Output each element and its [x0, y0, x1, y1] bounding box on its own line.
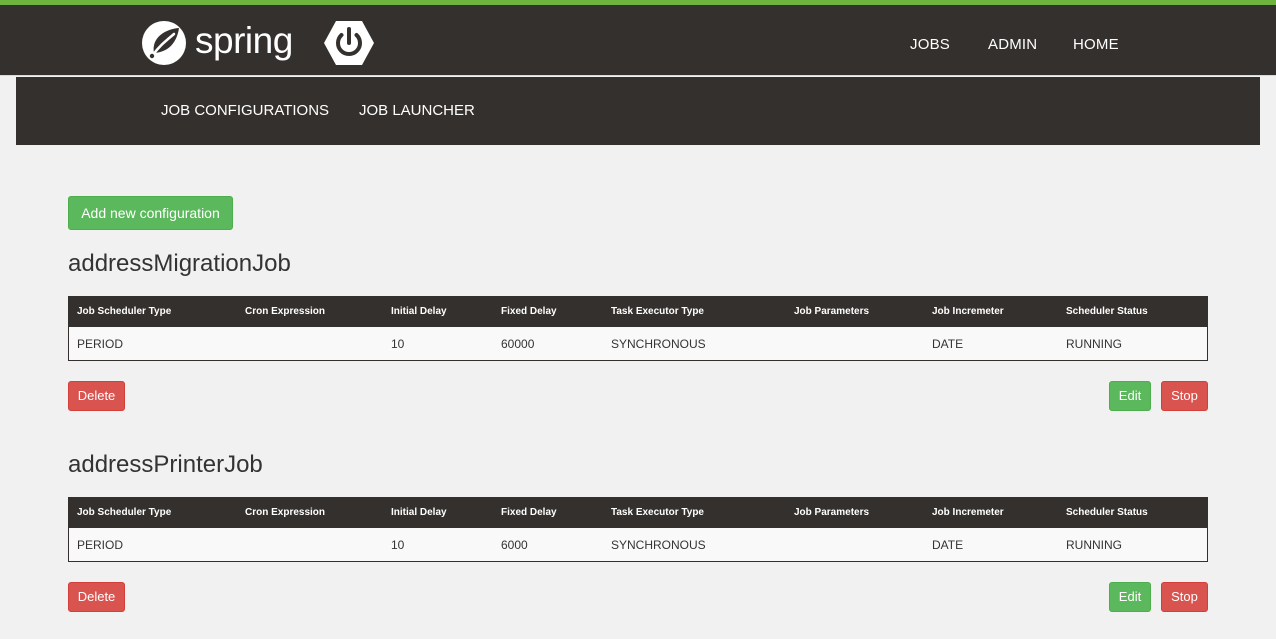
col-fixed-delay: Fixed Delay — [501, 306, 557, 317]
stop-button[interactable]: Stop — [1161, 381, 1208, 411]
spring-leaf-icon[interactable] — [141, 20, 187, 66]
cell-task-executor-type: SYNCHRONOUS — [611, 337, 706, 351]
col-job-parameters: Job Parameters — [794, 306, 870, 317]
col-initial-delay: Initial Delay — [391, 306, 447, 317]
col-cron-expression: Cron Expression — [245, 507, 326, 518]
col-cron-expression: Cron Expression — [245, 306, 326, 317]
nav-job-launcher[interactable]: JOB LAUNCHER — [359, 102, 475, 120]
top-navbar: spring JOBS ADMIN HOME — [0, 0, 1276, 76]
col-job-scheduler-type: Job Scheduler Type — [77, 306, 172, 317]
col-task-executor-type: Task Executor Type — [611, 507, 704, 518]
table-row: PERIOD 10 6000 SYNCHRONOUS DATE RUNNING — [69, 528, 1207, 561]
nav-job-configurations[interactable]: JOB CONFIGURATIONS — [161, 102, 329, 120]
table-header: Job Scheduler Type Cron Expression Initi… — [69, 297, 1207, 327]
col-job-scheduler-type: Job Scheduler Type — [77, 507, 172, 518]
cell-initial-delay: 10 — [391, 538, 405, 552]
spring-boot-power-icon[interactable] — [324, 20, 374, 66]
cell-task-executor-type: SYNCHRONOUS — [611, 538, 706, 552]
nav-jobs[interactable]: JOBS — [910, 36, 950, 54]
col-job-parameters: Job Parameters — [794, 507, 870, 518]
job-config-table: Job Scheduler Type Cron Expression Initi… — [68, 497, 1208, 562]
col-scheduler-status: Scheduler Status — [1066, 507, 1148, 518]
job-title: addressMigrationJob — [68, 250, 291, 277]
cell-scheduler-status: RUNNING — [1066, 538, 1122, 552]
col-job-incremeter: Job Incremeter — [932, 306, 1004, 317]
stop-button[interactable]: Stop — [1161, 582, 1208, 612]
add-configuration-button[interactable]: Add new configuration — [68, 196, 233, 230]
nav-admin[interactable]: ADMIN — [988, 36, 1037, 54]
cell-fixed-delay: 60000 — [501, 337, 535, 351]
col-fixed-delay: Fixed Delay — [501, 507, 557, 518]
col-job-incremeter: Job Incremeter — [932, 507, 1004, 518]
delete-button[interactable]: Delete — [68, 582, 125, 612]
col-task-executor-type: Task Executor Type — [611, 306, 704, 317]
job-title: addressPrinterJob — [68, 451, 263, 478]
sub-navbar: JOB CONFIGURATIONS JOB LAUNCHER — [16, 77, 1260, 145]
cell-job-incremeter: DATE — [932, 337, 964, 351]
edit-button[interactable]: Edit — [1109, 582, 1151, 612]
cell-initial-delay: 10 — [391, 337, 405, 351]
cell-scheduler-status: RUNNING — [1066, 337, 1122, 351]
table-header: Job Scheduler Type Cron Expression Initi… — [69, 498, 1207, 528]
edit-button[interactable]: Edit — [1109, 381, 1151, 411]
cell-fixed-delay: 6000 — [501, 538, 528, 552]
nav-home[interactable]: HOME — [1073, 36, 1119, 54]
cell-scheduler-type: PERIOD — [77, 337, 124, 351]
table-row: PERIOD 10 60000 SYNCHRONOUS DATE RUNNING — [69, 327, 1207, 360]
cell-scheduler-type: PERIOD — [77, 538, 124, 552]
brand-name[interactable]: spring — [195, 21, 293, 61]
job-config-table: Job Scheduler Type Cron Expression Initi… — [68, 296, 1208, 361]
delete-button[interactable]: Delete — [68, 381, 125, 411]
col-scheduler-status: Scheduler Status — [1066, 306, 1148, 317]
col-initial-delay: Initial Delay — [391, 507, 447, 518]
cell-job-incremeter: DATE — [932, 538, 964, 552]
